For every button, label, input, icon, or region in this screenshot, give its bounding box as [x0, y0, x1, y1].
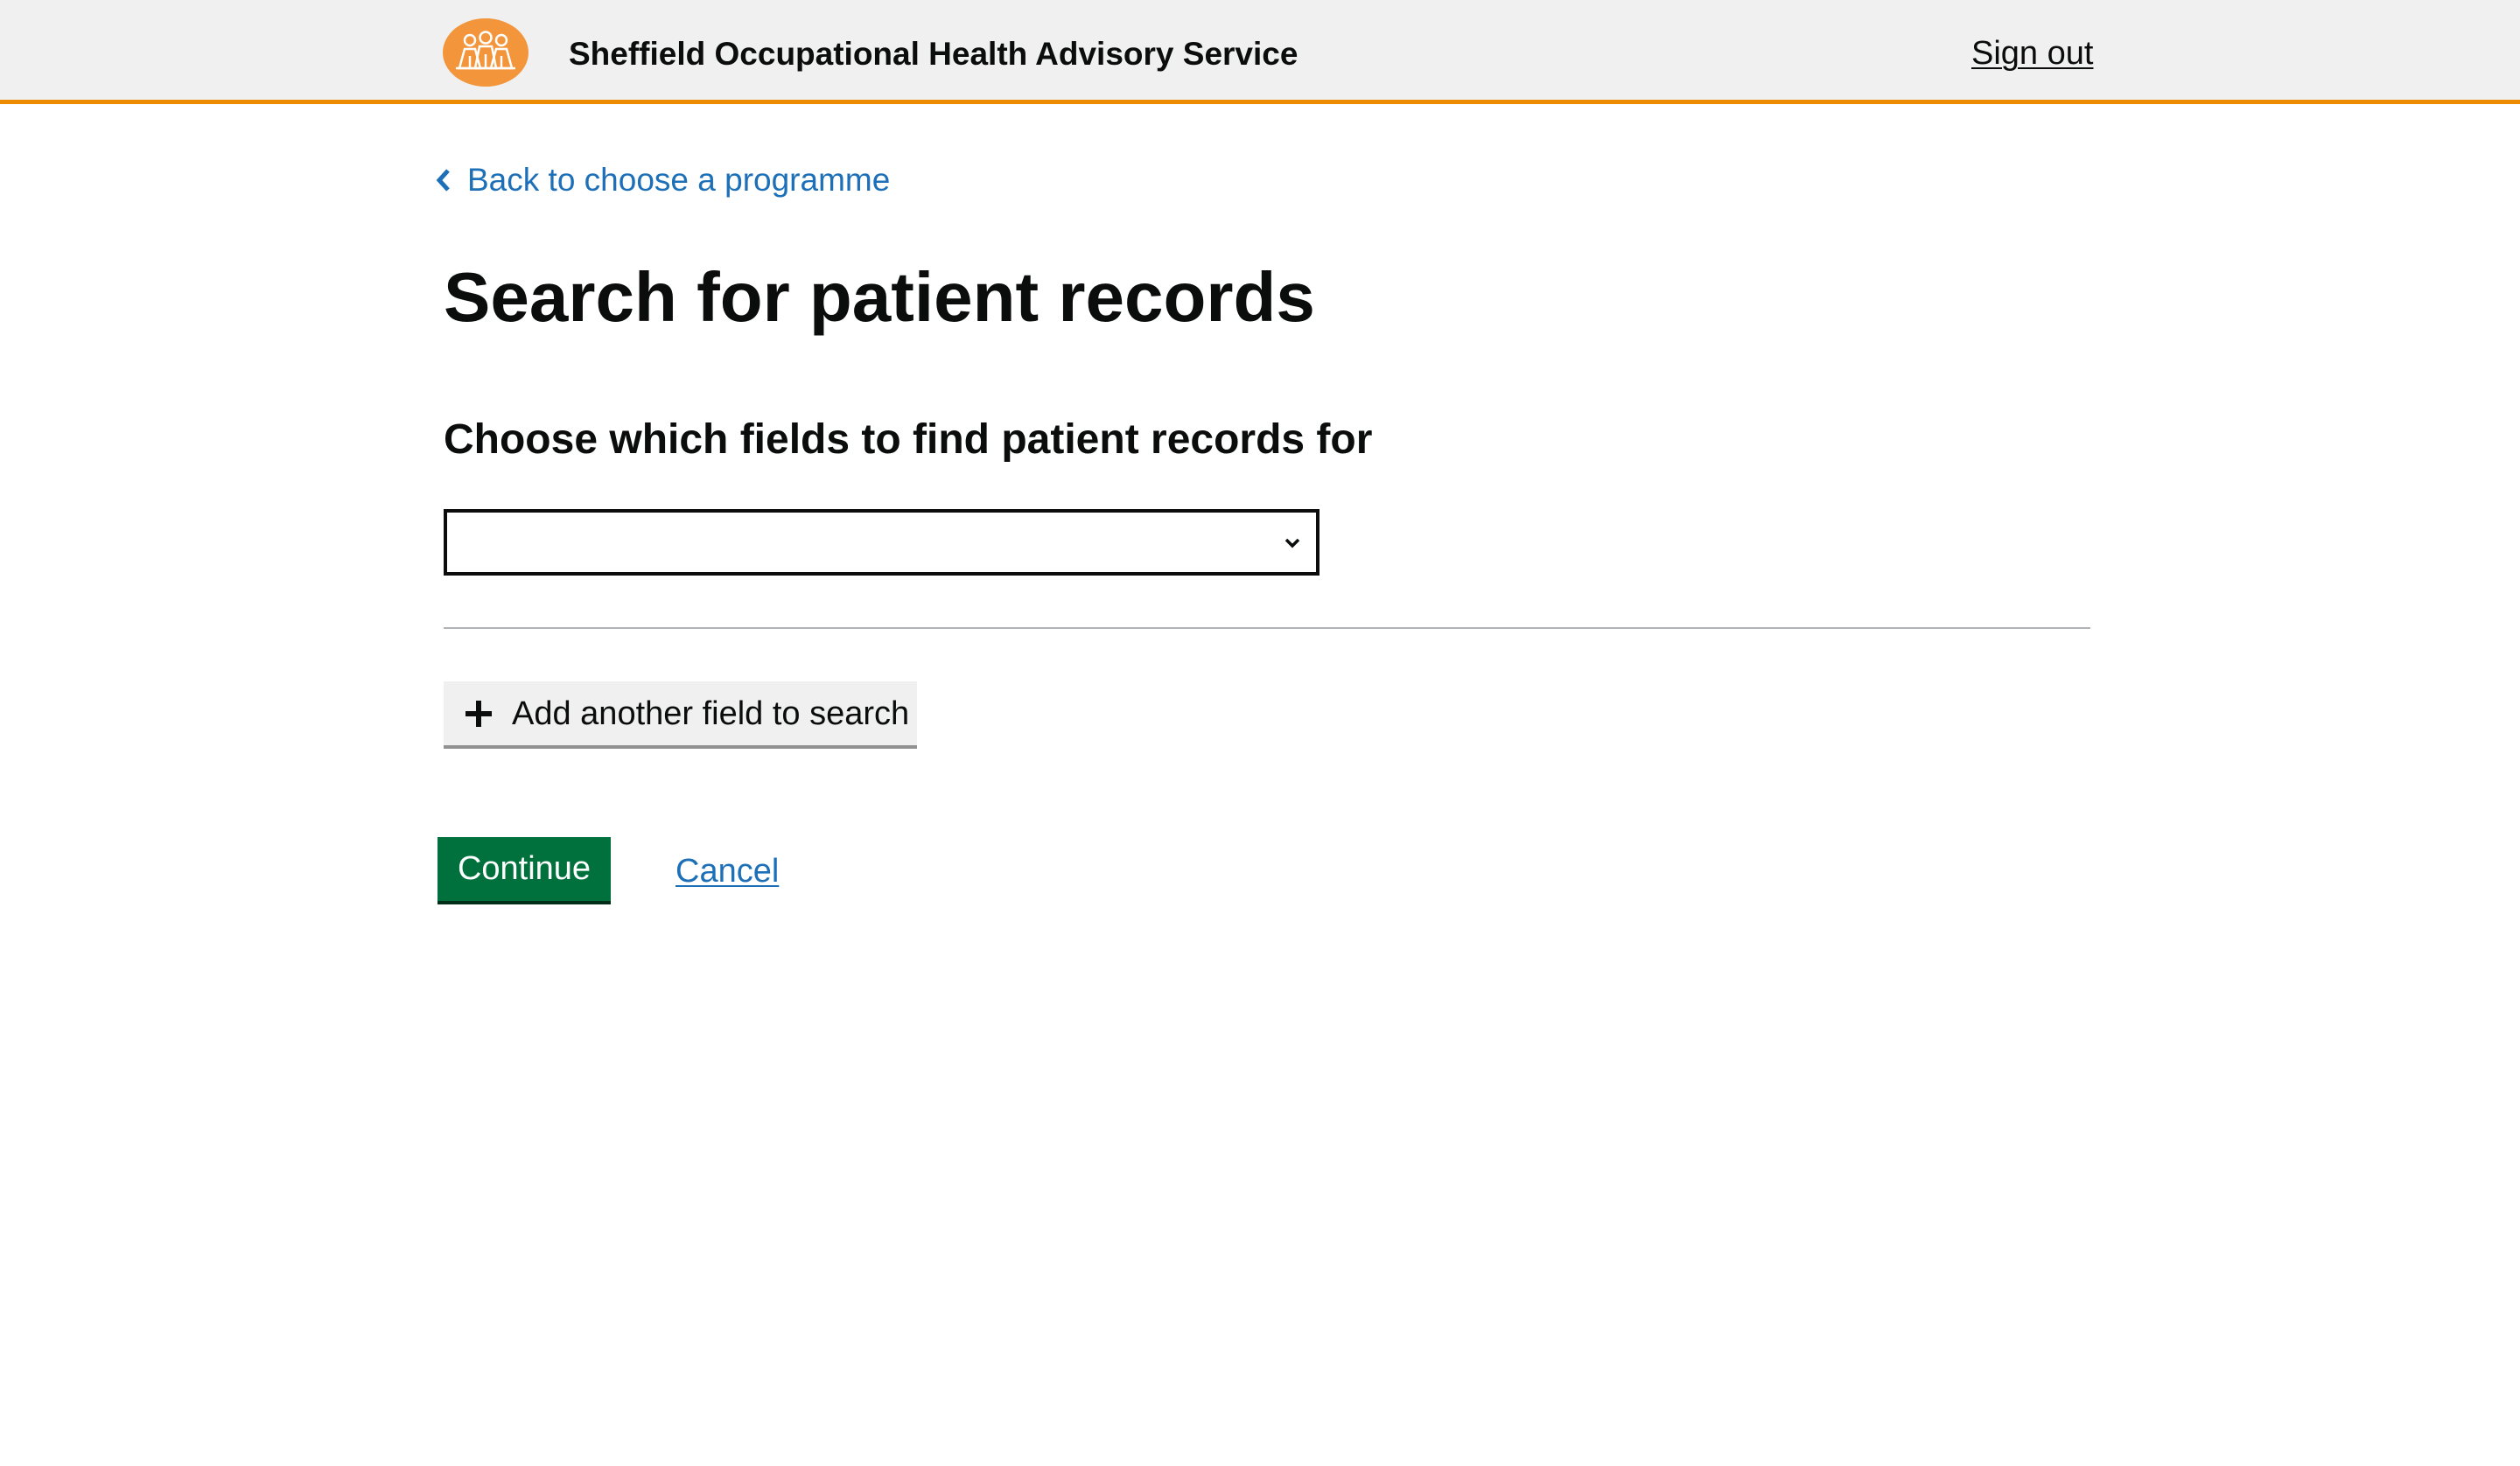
- back-link-label: Back to choose a programme: [467, 162, 891, 198]
- chevron-down-icon: [1284, 538, 1300, 548]
- cancel-link[interactable]: Cancel: [676, 849, 779, 893]
- add-field-button-label: Add another field to search: [512, 695, 910, 732]
- sign-out-link[interactable]: Sign out: [1971, 31, 2093, 75]
- service-name[interactable]: Sheffield Occupational Health Advisory S…: [569, 33, 1298, 75]
- field-select-label: Choose which fields to find patient reco…: [444, 416, 1373, 463]
- people-group-icon: [456, 31, 515, 70]
- add-field-button[interactable]: Add another field to search: [444, 681, 917, 749]
- chevron-left-icon: [436, 169, 450, 192]
- plus-icon: [466, 700, 492, 727]
- field-select[interactable]: [444, 509, 1320, 576]
- site-header: Sheffield Occupational Health Advisory S…: [0, 0, 2520, 104]
- page-title: Search for patient records: [444, 258, 1315, 336]
- back-link[interactable]: Back to choose a programme: [434, 158, 890, 202]
- service-logo[interactable]: [443, 18, 528, 87]
- section-divider: [444, 627, 2090, 629]
- continue-button[interactable]: Continue: [438, 837, 611, 904]
